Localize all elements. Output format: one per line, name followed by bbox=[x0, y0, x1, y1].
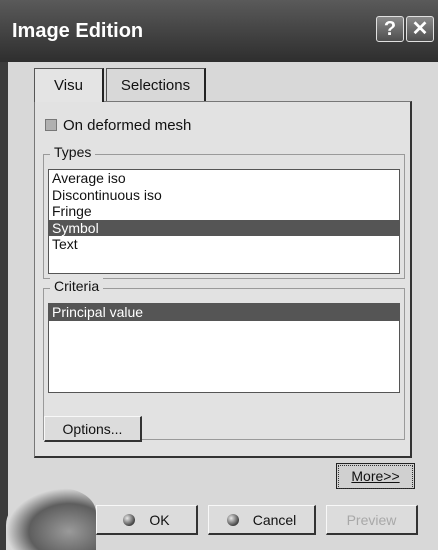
list-item[interactable]: Fringe bbox=[49, 203, 399, 220]
preview-button[interactable]: Preview bbox=[326, 505, 418, 535]
tab-selections[interactable]: Selections bbox=[106, 68, 206, 102]
cancel-button[interactable]: Cancel bbox=[208, 505, 316, 535]
list-item[interactable]: Text bbox=[49, 236, 399, 253]
image-edition-dialog: Image Edition ? ✕ Visu Selections On def… bbox=[0, 0, 438, 550]
title-bar: Image Edition ? ✕ bbox=[0, 0, 438, 62]
ok-ball-icon bbox=[123, 514, 136, 526]
list-item[interactable]: Average iso bbox=[49, 170, 399, 187]
ok-button[interactable]: OK bbox=[96, 505, 198, 535]
window-edge bbox=[0, 62, 8, 550]
criteria-group-label: Criteria bbox=[50, 278, 104, 294]
more-button-label: More>> bbox=[338, 465, 413, 489]
close-icon[interactable]: ✕ bbox=[406, 16, 434, 42]
logo-swirl bbox=[6, 488, 96, 550]
types-list[interactable]: Average iso Discontinuous iso Fringe Sym… bbox=[48, 169, 400, 274]
list-item[interactable]: Discontinuous iso bbox=[49, 187, 399, 204]
options-button[interactable]: Options... bbox=[44, 416, 142, 442]
window-title: Image Edition bbox=[12, 20, 144, 42]
cancel-ball-icon bbox=[226, 514, 239, 526]
list-item[interactable]: Symbol bbox=[49, 219, 399, 236]
ok-label: OK bbox=[149, 512, 170, 528]
more-button[interactable]: More>> bbox=[336, 463, 415, 489]
preview-label: Preview bbox=[346, 512, 397, 528]
types-group: Types Average iso Discontinuous iso Frin… bbox=[43, 144, 405, 279]
list-item[interactable]: Principal value bbox=[49, 304, 399, 321]
deformed-mesh-label: On deformed mesh bbox=[63, 117, 192, 134]
tab-visu[interactable]: Visu bbox=[34, 68, 104, 102]
help-icon[interactable]: ? bbox=[376, 16, 404, 42]
visu-panel: On deformed mesh Types Average iso Disco… bbox=[34, 101, 412, 458]
cancel-label: Cancel bbox=[252, 512, 297, 528]
types-group-label: Types bbox=[50, 144, 96, 160]
criteria-list[interactable]: Principal value bbox=[48, 303, 400, 393]
deformed-mesh-checkbox[interactable] bbox=[45, 119, 57, 131]
